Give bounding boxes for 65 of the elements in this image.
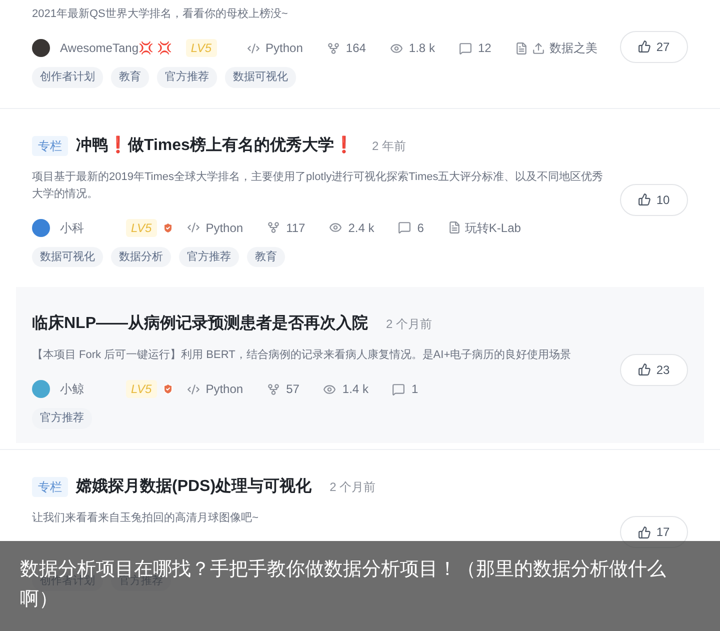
comment-icon	[398, 221, 412, 234]
view-count: 1.4 k	[342, 381, 368, 398]
project-description: 2021年最新QS世界大学排名，看看你的母校上榜没~	[32, 6, 289, 22]
comment-count: 1	[411, 381, 418, 398]
thumbs-up-icon	[638, 40, 652, 54]
project-card[interactable]: 专栏 冲鸭❗做Times榜上有名的优秀大学❗ 2 年前 项目基于最新的2019年Times全球大学排名，主要使用了plotly进行可视化探索Times五大评分标准、以及不同地区优秀大学的情况。 小科 LV5 Python 117 2.4 k 6 玩转K-Lab 数据可视化 数据分析 官方推荐 教育 10	[0, 108, 720, 281]
view-count: 1.8 k	[408, 40, 435, 57]
project-description: 【本项目 Fork 后可一键运行】利用 BERT，结合病例的记录来看病人康复情况。是AI+电子病历的良好使用场景	[32, 348, 572, 363]
like-button[interactable]: 10	[620, 184, 688, 216]
document-icon	[515, 42, 528, 54]
level-badge: LV5	[126, 380, 157, 398]
tag[interactable]: 教育	[111, 67, 149, 88]
time-ago: 2 个月前	[386, 316, 432, 333]
like-button[interactable]: 23	[620, 354, 688, 386]
comment-icon	[392, 382, 406, 396]
eye-icon	[329, 221, 342, 234]
language: Python	[206, 381, 244, 398]
language: Python	[206, 220, 244, 236]
project-description: 项目基于最新的2019年Times全球大学排名，主要使用了plotly进行可视化探索Times五大评分标准、以及不同地区优秀大学的情况。	[32, 170, 604, 202]
code-icon	[246, 42, 260, 54]
fork-count: 117	[286, 220, 306, 236]
thumbs-up-icon	[638, 526, 652, 539]
fork-icon	[326, 42, 340, 54]
project-description: 让我们来看看来自玉兔拍回的高清月球图像吧~	[32, 510, 260, 526]
comment-count: 12	[478, 40, 492, 57]
time-ago: 2 个月前	[330, 478, 376, 496]
tag[interactable]: 创作者计划	[32, 67, 103, 88]
view-count: 2.4 k	[348, 220, 374, 236]
level-badge: LV5	[186, 39, 217, 57]
code-icon	[186, 221, 200, 234]
eye-icon	[390, 42, 403, 54]
fork-count: 164	[346, 40, 366, 57]
tag[interactable]: 教育	[247, 246, 285, 267]
column-tag: 专栏	[32, 136, 68, 156]
comment-count: 6	[417, 220, 424, 236]
fork-count: 57	[286, 381, 300, 398]
fork-icon	[267, 382, 280, 396]
fork-icon	[267, 221, 280, 234]
like-button[interactable]: 27	[620, 30, 688, 63]
tag[interactable]: 数据分析	[111, 246, 171, 267]
author-name[interactable]: 小鲸	[60, 380, 84, 398]
tag[interactable]: 官方推荐	[179, 246, 239, 267]
column-tag: 专栏	[32, 476, 68, 496]
project-title[interactable]: 临床NLP——从病例记录预测患者是否再次入院	[32, 312, 368, 336]
author-name[interactable]: AwesomeTang💢 💢	[60, 39, 172, 57]
project-card[interactable]: 2021年最新QS世界大学排名，看看你的母校上榜没~ AwesomeTang💢 💢 LV5 Python 164 1.8 k 12 数据之美 创作者计划 教育 官方推荐 数据可视化 27	[0, 0, 720, 102]
tag[interactable]: 官方推荐	[157, 67, 217, 88]
level-badge: LV5	[126, 218, 157, 236]
tag[interactable]: 数据可视化	[225, 67, 296, 88]
org-name[interactable]: 数据之美	[549, 39, 598, 57]
thumbs-up-icon	[638, 193, 652, 206]
time-ago: 2 年前	[372, 138, 406, 154]
author-name[interactable]: 小科	[60, 218, 84, 236]
tag[interactable]: 官方推荐	[32, 408, 92, 428]
tag[interactable]: 数据可视化	[32, 246, 103, 267]
org-name[interactable]: 玩转K-Lab	[464, 218, 521, 236]
language: Python	[266, 40, 303, 57]
code-icon	[186, 382, 200, 396]
project-title[interactable]: 嫦娥探月数据(PDS)处理与可视化	[76, 474, 312, 498]
thumbs-up-icon	[638, 363, 652, 376]
comment-icon	[458, 42, 472, 54]
document-icon	[448, 221, 461, 234]
eye-icon	[323, 382, 336, 396]
project-card[interactable]: 临床NLP——从病例记录预测患者是否再次入院 2 个月前 【本项目 Fork 后可一键运行】利用 BERT，结合病例的记录来看病人康复情况。是AI+电子病历的良好使用场景 小鲸 LV5 Python 57 1.4 k 1 官方推荐 23	[16, 287, 704, 442]
project-title[interactable]: 冲鸭❗做Times榜上有名的优秀大学❗	[76, 134, 354, 158]
